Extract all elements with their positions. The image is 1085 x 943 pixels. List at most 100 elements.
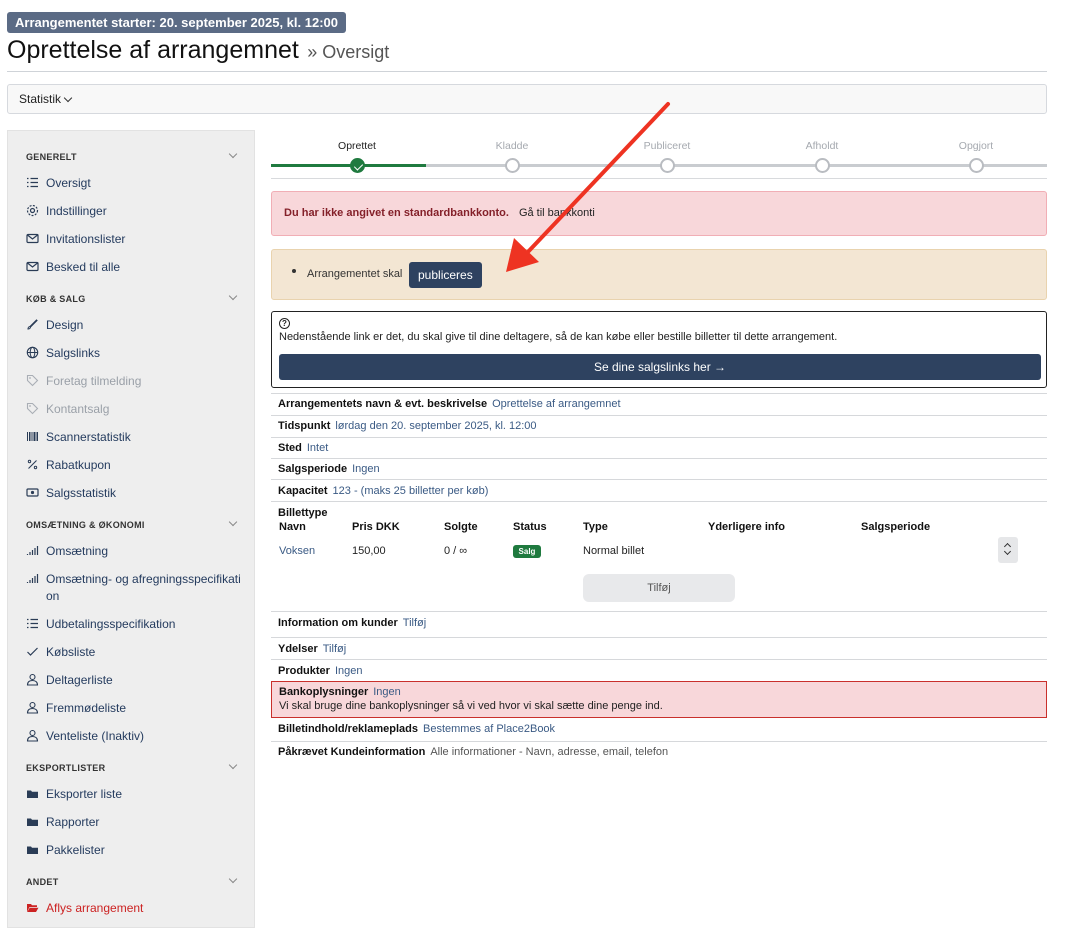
step-label-afholdt: Afholdt	[805, 140, 839, 152]
detail-value-link[interactable]: 123 - (maks 25 billetter per køb)	[333, 485, 489, 497]
chevron-down-icon[interactable]	[228, 760, 238, 770]
table-header: Navn	[279, 521, 306, 533]
bank-account-alert: Du har ikke angivet en standardbankkonto…	[271, 191, 1047, 236]
publish-button[interactable]: publiceres	[409, 262, 482, 288]
sidebar-item-fremmoedeliste[interactable]: Fremmødeliste	[26, 700, 126, 717]
detail-row-bank: Bankoplysninger Ingen Vi skal bruge dine …	[271, 681, 1047, 718]
sidebar-item-label: Venteliste (Inaktiv)	[46, 729, 145, 743]
sidebar-item-label: Oversigt	[46, 176, 91, 190]
step-circle-icon	[969, 158, 984, 173]
sidebar-item-scannerstatistik[interactable]: Scannerstatistik	[26, 429, 131, 446]
chevron-down-icon	[63, 93, 73, 103]
sidebar-item-label: Besked til alle	[46, 260, 121, 274]
sidebar-item-label: Fremmødeliste	[46, 701, 127, 715]
table-header: Pris DKK	[352, 521, 400, 533]
sidebar-heading-eksportlister: EKSPORTLISTER	[26, 763, 106, 773]
brush-icon	[27, 319, 38, 330]
sidebar-item-label: Salgslinks	[46, 346, 101, 360]
sidebar-item-omsaetning[interactable]: Omsætning	[26, 543, 108, 560]
chevron-down-icon[interactable]	[228, 149, 238, 159]
sidebar-item-label: Foretag tilmelding	[46, 374, 142, 388]
tag-icon	[26, 374, 39, 387]
sidebar-item-label: Omsætning- og afregningsspecifikation	[46, 572, 241, 603]
ticket-type: Normal billet	[583, 545, 645, 557]
sidebar-item-label: Invitationslister	[46, 232, 126, 246]
envelope-icon	[26, 261, 39, 272]
sidebar-item-label: Eksporter liste	[46, 787, 123, 801]
detail-row-products: Produkter Ingen	[271, 659, 1047, 681]
detail-value-link[interactable]: Ingen	[335, 665, 363, 677]
sidebar-item-salgsstatistik[interactable]: Salgsstatistik	[26, 485, 116, 502]
salgslink-info-text: Nedenstående link er det, du skal give t…	[279, 331, 838, 343]
folder-open-icon	[27, 904, 39, 912]
sidebar-item-udbetalingsspecifikation[interactable]: Udbetalingsspecifikation	[26, 616, 175, 633]
detail-label: Salgsperiode	[278, 463, 348, 475]
sidebar-item-label: Aflys arrangement	[46, 901, 144, 915]
detail-value-link[interactable]: Intet	[307, 442, 328, 454]
bullet-icon	[292, 269, 296, 273]
sidebar-item-rapporter[interactable]: Rapporter	[26, 814, 99, 831]
table-header: Yderligere info	[708, 521, 786, 533]
publish-alert-text: Arrangementet skal	[307, 268, 403, 280]
status-stepper: Oprettet Kladde Publiceret Afholdt Opgjo…	[271, 140, 1047, 180]
sidebar-item-kontantsalg: Kontantsalg	[26, 401, 109, 418]
step-circle-icon	[505, 158, 520, 173]
sidebar-item-rabatkupon[interactable]: Rabatkupon	[26, 457, 111, 474]
sidebar-item-aflys-arrangement[interactable]: Aflys arrangement	[26, 900, 143, 917]
bar-chart-icon	[26, 546, 39, 555]
detail-value-link[interactable]: Ingen	[373, 686, 401, 698]
chevron-down-icon[interactable]	[228, 874, 238, 884]
statistik-dropdown-button[interactable]: Statistik	[19, 92, 73, 106]
ticket-price: 150,00	[352, 545, 386, 557]
person-icon	[26, 673, 39, 686]
statistik-label: Statistik	[19, 92, 62, 106]
detail-label: Billetindhold/reklameplads	[278, 723, 418, 735]
list-icon	[27, 177, 38, 188]
globe-icon	[26, 346, 39, 359]
sidebar-item-pakkelister[interactable]: Pakkelister	[26, 842, 105, 859]
ticket-name-link[interactable]: Voksen	[279, 545, 315, 557]
sidebar-item-venteliste[interactable]: Venteliste (Inaktiv)	[26, 728, 144, 745]
detail-value-link[interactable]: Tilføj	[323, 643, 346, 655]
detail-label: Bankoplysninger	[279, 686, 369, 698]
sidebar-item-indstillinger[interactable]: Indstillinger	[26, 203, 107, 220]
barcode-icon	[27, 432, 38, 441]
sidebar-item-design[interactable]: Design	[26, 317, 83, 334]
sidebar-item-besked-til-alle[interactable]: Besked til alle	[26, 259, 120, 276]
page-title-row: Oprettelse af arrangemnet » Oversigt	[7, 36, 389, 65]
detail-label: Kapacitet	[278, 485, 328, 497]
detail-value-link[interactable]: Bestemmes af Place2Book	[423, 723, 555, 735]
gear-icon	[26, 204, 39, 217]
salgslinks-button[interactable]: Se dine salgslinks her →	[279, 354, 1041, 380]
sidebar-item-salgslinks[interactable]: Salgslinks	[26, 345, 100, 362]
detail-value-link[interactable]: Tilføj	[403, 617, 426, 629]
folder-icon	[27, 818, 38, 826]
sidebar-item-deltagerliste[interactable]: Deltagerliste	[26, 672, 113, 689]
add-tickettype-button[interactable]: Tilføj	[583, 574, 735, 602]
tag-icon	[26, 402, 39, 415]
sidebar-item-label: Design	[46, 318, 84, 332]
detail-value-link[interactable]: Oprettelse af arrangemnet	[492, 398, 620, 410]
sidebar-item-invitationslister[interactable]: Invitationslister	[26, 231, 125, 248]
folder-icon	[27, 846, 38, 854]
folder-icon	[27, 790, 38, 798]
detail-value-link[interactable]: lørdag den 20. september 2025, kl. 12:00	[335, 420, 536, 432]
sidebar-item-koebsliste[interactable]: Købsliste	[26, 644, 95, 661]
sidebar-item-oversigt[interactable]: Oversigt	[26, 175, 91, 192]
sidebar-item-eksporter-liste[interactable]: Eksporter liste	[26, 786, 122, 803]
title-divider	[7, 71, 1047, 72]
detail-value-link[interactable]: Ingen	[352, 463, 380, 475]
detail-row-ticket-content: Billetindhold/reklameplads Bestemmes af P…	[271, 719, 1047, 741]
step-circle-icon	[815, 158, 830, 173]
reorder-button[interactable]	[998, 537, 1018, 563]
step-label-opgjort: Opgjort	[958, 140, 994, 152]
event-start-badge: Arrangementet starter: 20. september 202…	[7, 12, 346, 33]
salgslink-info-box: ? Nedenstående link er det, du skal give…	[271, 311, 1047, 388]
table-header: Type	[583, 521, 608, 533]
step-circle-icon	[660, 158, 675, 173]
sidebar-item-label: Deltagerliste	[46, 673, 113, 687]
sidebar-item-omsaetning-afregning[interactable]: Omsætning- og afregningsspecifikation	[26, 571, 242, 605]
chevron-down-icon[interactable]	[228, 517, 238, 527]
chevron-down-icon[interactable]	[228, 291, 238, 301]
bank-accounts-link[interactable]: Gå til bankkonti	[519, 207, 595, 219]
